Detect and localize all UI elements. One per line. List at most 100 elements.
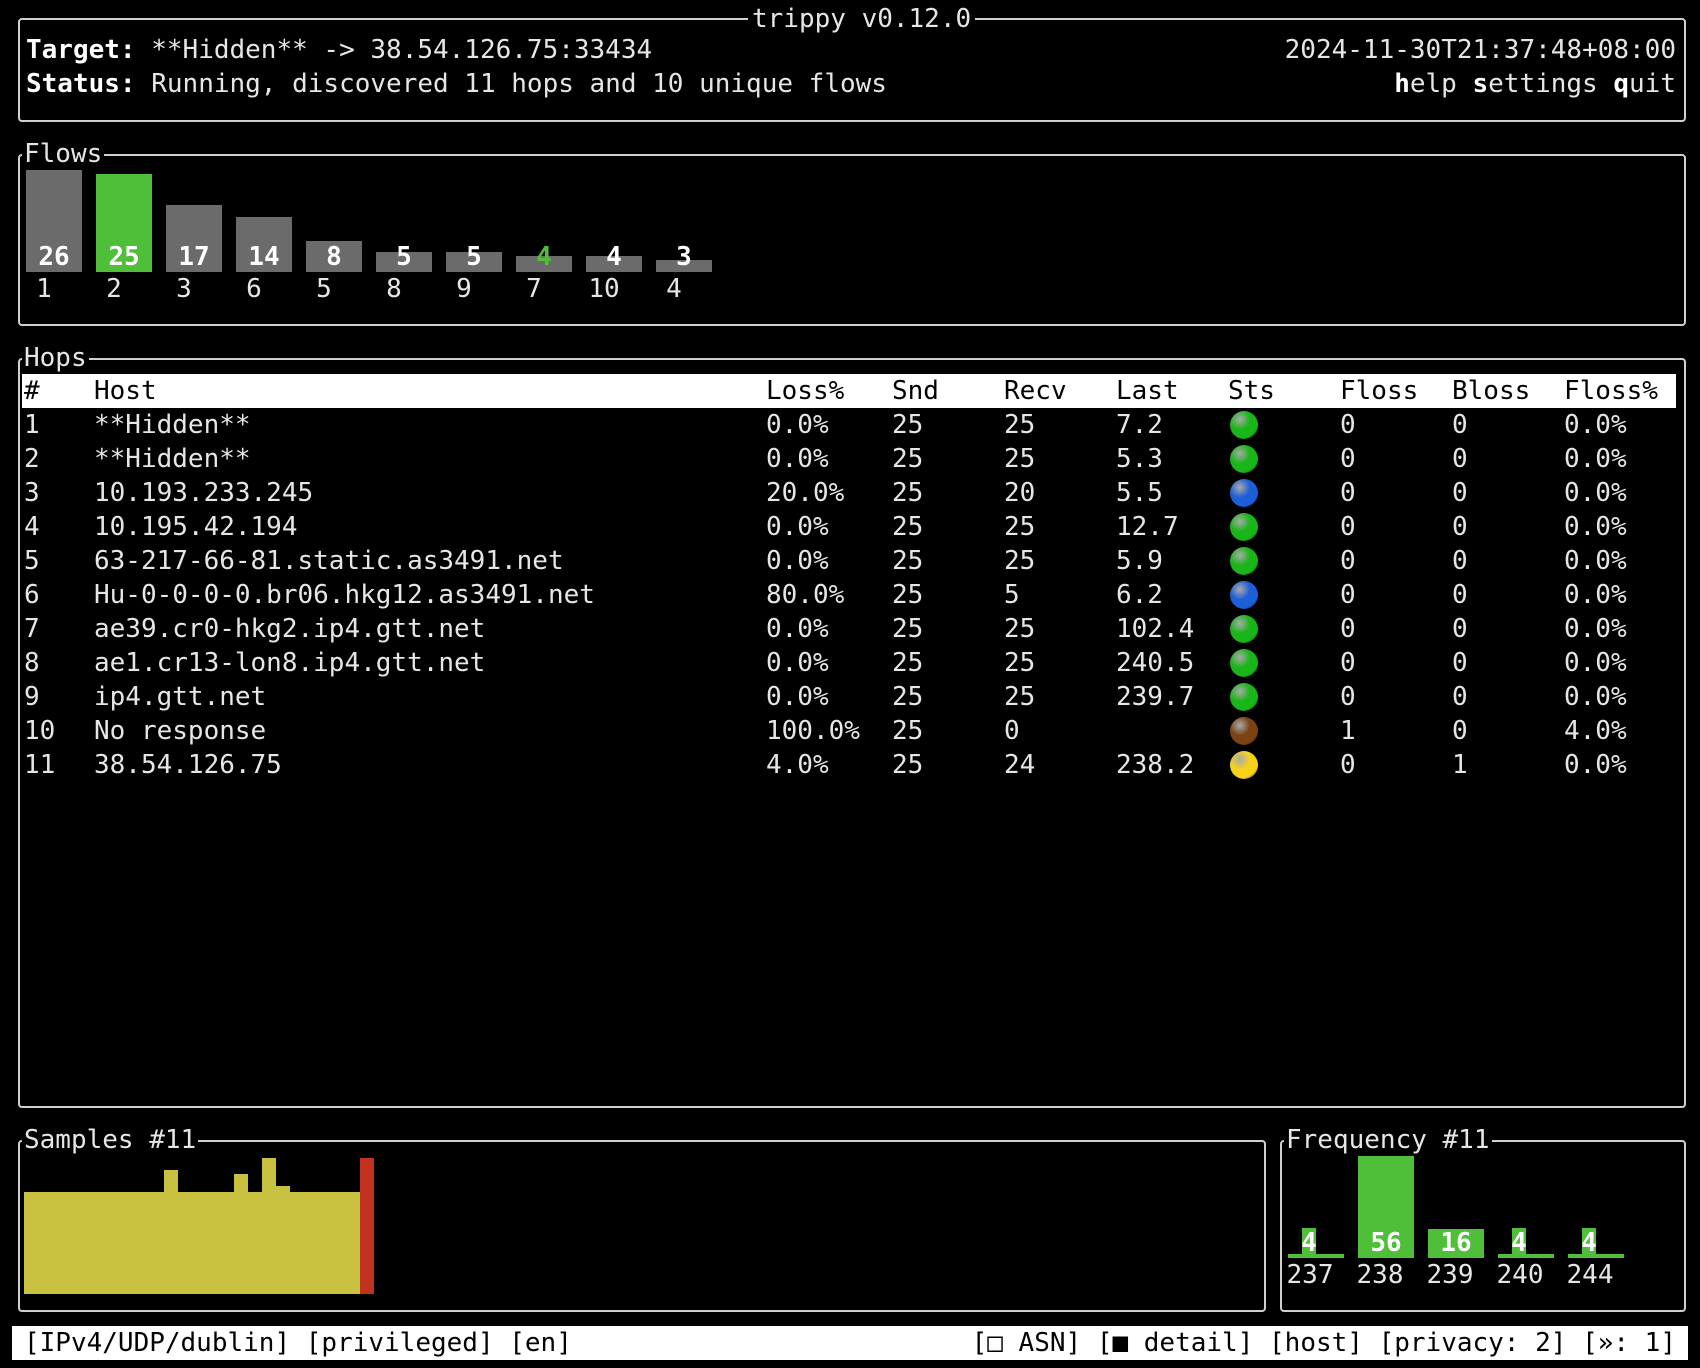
hop-floss: 0 [1340,546,1356,576]
frequency-value: 4 [1511,1228,1527,1258]
hop-floss: 0 [1340,410,1356,440]
hop-loss: 0.0% [766,410,829,440]
frequency-bucket-label: 244 [1566,1260,1614,1290]
hop-floss-pct: 0.0% [1564,444,1627,474]
hop-last: 6.2 [1116,580,1163,610]
hop-floss: 0 [1340,444,1356,474]
hop-host: 63-217-66-81.static.as3491.net [94,546,564,576]
hop-row[interactable]: 9 ip4.gtt.net 0.0% 25 25 239.7 0 0 0.0% [22,680,1676,714]
hop-row[interactable]: 5 63-217-66-81.static.as3491.net 0.0% 25 25 5… [22,544,1676,578]
settings-menu[interactable]: settings [1472,69,1597,99]
hop-recv: 25 [1004,648,1036,678]
hop-recv: 25 [1004,512,1036,542]
col-snd[interactable]: Snd [892,374,939,408]
hop-snd: 25 [892,750,924,780]
col-sts[interactable]: Sts [1228,374,1275,408]
hop-bloss: 0 [1452,648,1468,678]
hop-snd: 25 [892,478,924,508]
samples-panel: Samples #11 [18,1125,1266,1312]
hop-snd: 25 [892,410,924,440]
hop-row[interactable]: 7 ae39.cr0-hkg2.ip4.gtt.net 0.0% 25 25 102.4 0… [22,612,1676,646]
hop-loss: 0.0% [766,614,829,644]
col-floss[interactable]: Floss [1340,374,1418,408]
samples-chart [24,1158,374,1294]
hop-recv: 20 [1004,478,1036,508]
hop-row[interactable]: 2 **Hidden** 0.0% 25 25 5.3 0 0 0.0% [22,442,1676,476]
hop-floss: 0 [1340,648,1356,678]
quit-menu[interactable]: quit [1613,69,1676,99]
hop-row[interactable]: 4 10.195.42.194 0.0% 25 25 12.7 0 0 0.0% [22,510,1676,544]
hop-number: 3 [24,478,40,508]
hop-host: **Hidden** [94,444,251,474]
hop-number: 6 [24,580,40,610]
app-title: trippy v0.12.0 [748,4,976,34]
col-loss[interactable]: Loss% [766,374,844,408]
hop-row[interactable]: 3 10.193.233.245 20.0% 25 20 5.5 0 0 0.0% [22,476,1676,510]
flow-id-label: 9 [456,274,472,304]
flow-id-label: 6 [246,274,262,304]
col-host[interactable]: Host [94,374,157,408]
frequency-bucket-label: 240 [1496,1260,1544,1290]
hop-bloss: 0 [1452,580,1468,610]
hops-title: Hops [22,343,89,373]
target-line: Target: **Hidden** -> 38.54.126.75:33434 [26,34,652,66]
hop-host: **Hidden** [94,410,251,440]
hop-loss: 0.0% [766,682,829,712]
status-line: Status: Running, discovered 11 hops and … [26,68,887,100]
hop-host: 38.54.126.75 [94,750,282,780]
hop-row[interactable]: 1 **Hidden** 0.0% 25 25 7.2 0 0 0.0% [22,408,1676,442]
help-menu[interactable]: help [1394,69,1457,99]
hop-row[interactable]: 6 Hu-0-0-0-0.br06.hkg12.as3491.net 80.0% 25… [22,578,1676,612]
hop-recv: 25 [1004,444,1036,474]
status-bar-right[interactable]: [□ ASN] [■ detail] [host] [privacy: 2] [… [972,1326,1676,1360]
hop-row[interactable]: 10 No response 100.0% 25 0 1 0 4.0% [22,714,1676,748]
hop-snd: 25 [892,444,924,474]
col-bloss[interactable]: Bloss [1452,374,1530,408]
hop-row[interactable]: 8 ae1.cr13-lon8.ip4.gtt.net 0.0% 25 25 240.5 0… [22,646,1676,680]
target-label: Target: [26,35,136,65]
header-panel: trippy v0.12.0 Target: **Hidden** -> 38.… [18,4,1686,122]
status-value: Running, discovered 11 hops and 10 uniqu… [151,69,887,99]
status-dot-icon [1230,717,1258,745]
hop-floss: 1 [1340,716,1356,746]
hop-number: 1 [24,410,40,440]
hop-last: 5.3 [1116,444,1163,474]
col-floss-pct[interactable]: Floss% [1564,374,1658,408]
hop-recv: 25 [1004,410,1036,440]
hop-snd: 25 [892,716,924,746]
samples-current-marker [360,1158,374,1294]
hop-host: Hu-0-0-0-0.br06.hkg12.as3491.net [94,580,595,610]
hop-bloss: 0 [1452,546,1468,576]
status-dot-icon [1230,683,1258,711]
samples-spike [262,1158,276,1192]
col-hop[interactable]: # [24,374,40,408]
hop-bloss: 0 [1452,444,1468,474]
header-menu: help settings quit [1394,68,1676,100]
hop-floss: 0 [1340,512,1356,542]
samples-spike [234,1174,248,1192]
hop-loss: 4.0% [766,750,829,780]
hop-number: 11 [24,750,56,780]
hop-row[interactable]: 11 38.54.126.75 4.0% 25 24 238.2 0 1 0.0% [22,748,1676,782]
col-last[interactable]: Last [1116,374,1179,408]
col-recv[interactable]: Recv [1004,374,1067,408]
hop-floss-pct: 0.0% [1564,614,1627,644]
hop-last: 5.5 [1116,478,1163,508]
hop-host: ae1.cr13-lon8.ip4.gtt.net [94,648,486,678]
hop-last: 238.2 [1116,750,1195,780]
hop-floss-pct: 0.0% [1564,410,1627,440]
hop-loss: 0.0% [766,444,829,474]
status-dot-icon [1230,479,1258,507]
hop-number: 10 [24,716,56,746]
hop-floss-pct: 0.0% [1564,648,1627,678]
frequency-value: 16 [1440,1228,1472,1258]
hop-recv: 25 [1004,682,1036,712]
frequency-bucket-label: 237 [1286,1260,1334,1290]
hop-recv: 25 [1004,546,1036,576]
samples-spike [276,1186,290,1192]
flow-value: 8 [326,242,342,272]
hop-number: 9 [24,682,40,712]
hop-loss: 80.0% [766,580,845,610]
hop-floss-pct: 0.0% [1564,682,1627,712]
hop-snd: 25 [892,614,924,644]
